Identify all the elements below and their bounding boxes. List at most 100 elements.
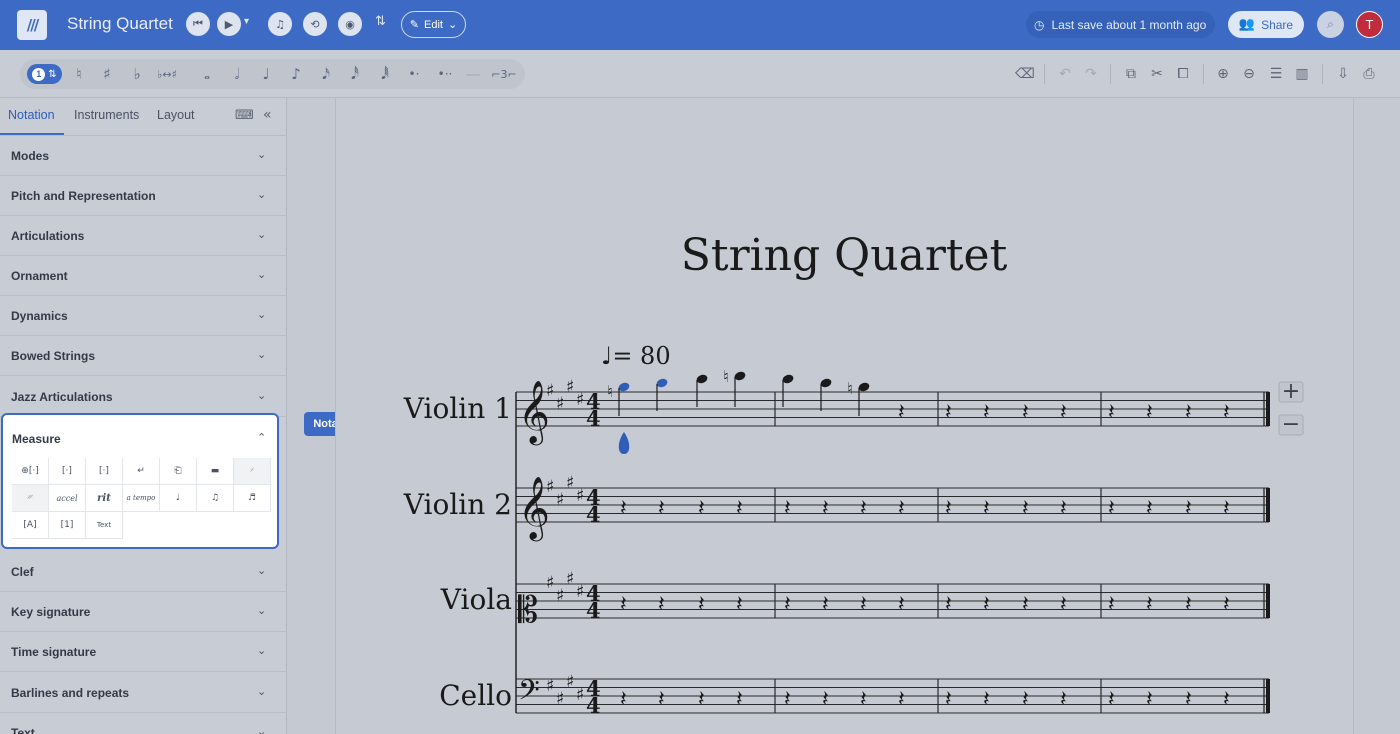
dot-icon[interactable]: •· [405, 64, 423, 84]
section-jazz-articulations[interactable]: Jazz Articulations ⌄ [0, 377, 287, 417]
a-tempo-button[interactable]: a tempo [123, 485, 160, 512]
quarter-rest: 𝄽 [658, 592, 665, 617]
instrument-name-viola[interactable]: Viola [440, 583, 512, 616]
score-title[interactable]: String Quartet [681, 230, 1008, 281]
edit-mode-button[interactable]: ✎ Edit ⌄ [401, 11, 466, 38]
rit-button[interactable]: rit [86, 485, 123, 512]
delete-icon[interactable]: ⌫ [1015, 64, 1035, 84]
insert-measure-after-icon[interactable]: [·] [86, 458, 123, 485]
multirest-icon[interactable]: ▬ [197, 458, 234, 485]
audio-icon[interactable]: ◉ [338, 12, 362, 36]
text-box-button[interactable]: Text [86, 512, 123, 539]
chevron-up-icon[interactable]: ⌃ [257, 431, 266, 444]
accel-button[interactable]: accel [49, 485, 86, 512]
thirty-second-note-icon[interactable]: 𝅘𝅥𝅰 [347, 64, 363, 84]
tie-icon[interactable]: — [465, 64, 481, 84]
quarter-rest: 𝄽 [784, 496, 791, 521]
half-note-icon[interactable]: 𝅗𝅥 [229, 64, 245, 84]
section-pitch[interactable]: Pitch and Representation ⌄ [0, 176, 287, 216]
section-modes[interactable]: Modes ⌄ [0, 136, 287, 176]
section-articulations[interactable]: Articulations ⌄ [0, 216, 287, 256]
instrument-name-cello[interactable]: Cello [439, 679, 512, 712]
loop-icon[interactable]: ⟲ [303, 12, 327, 36]
rewind-icon[interactable]: ⏮ [186, 12, 210, 36]
flat-icon[interactable]: ♭ [130, 64, 144, 84]
add-measure-button[interactable]: + [1278, 379, 1304, 404]
cut-icon[interactable]: ✂ [1148, 64, 1166, 84]
measure-number-icon[interactable]: [1] [49, 512, 86, 539]
line-break-icon[interactable]: ↵ [123, 458, 160, 485]
app-logo-icon[interactable]: /// [17, 10, 47, 40]
section-label: Articulations [11, 229, 85, 243]
chevron-down-icon: ⌄ [257, 348, 267, 361]
section-ornament[interactable]: Ornament ⌄ [0, 256, 287, 296]
section-clef[interactable]: Clef ⌄ [0, 552, 287, 592]
avatar[interactable]: T [1356, 11, 1383, 38]
section-text[interactable]: Text ⌄ [0, 713, 287, 734]
repeat-measure-icon[interactable]: 𝄎 [234, 458, 271, 485]
zoom-in-icon[interactable]: ⊕ [1214, 64, 1232, 84]
tuplet-icon[interactable]: ⌐3⌐ [491, 64, 516, 84]
share-button[interactable]: 👥 Share [1228, 11, 1304, 38]
piano-view-icon[interactable]: ▥ [1293, 64, 1311, 84]
collapse-sidebar-icon[interactable]: « [263, 107, 272, 123]
insert-measure-icon[interactable]: ⊕[·] [12, 458, 49, 485]
tab-notation[interactable]: Notation [8, 108, 55, 122]
score-canvas[interactable]: String Quartet ♩= 80 Violin 1 Violin 2 V… [336, 98, 1355, 734]
section-label[interactable]: Measure [12, 432, 61, 446]
quarter-rest: 𝄽 [698, 687, 705, 712]
play-icon[interactable]: ▶ [217, 12, 241, 36]
export-icon[interactable]: ⇩ [1334, 64, 1352, 84]
page-break-icon[interactable]: ⎗ [160, 458, 197, 485]
eighth-note-icon[interactable]: ♪ [288, 64, 304, 84]
instrument-name-violin-1[interactable]: Violin 1 [403, 392, 512, 425]
note-drag-handle[interactable] [618, 432, 630, 454]
remove-measure-button[interactable]: − [1278, 412, 1304, 437]
tab-instruments[interactable]: Instruments [74, 108, 139, 122]
sharp-icon[interactable]: ♯ [100, 64, 114, 84]
insert-measure-before-icon[interactable]: [·] [49, 458, 86, 485]
metronome-icon[interactable]: ♫ [268, 12, 292, 36]
swing-icon[interactable]: ♫ [197, 485, 234, 512]
tempo-marking[interactable]: ♩= 80 [601, 342, 671, 370]
section-label: Jazz Articulations [11, 390, 113, 404]
paste-icon[interactable]: ⧠ [1174, 64, 1192, 84]
voice-selector[interactable]: 1 ⇅ [27, 64, 62, 84]
quarter-rest: 𝄽 [898, 687, 905, 712]
section-key-signature[interactable]: Key signature ⌄ [0, 592, 287, 632]
bass-clef: 𝄢 [518, 674, 540, 714]
enharmonic-icon[interactable]: ♭↔♯ [153, 64, 181, 84]
double-repeat-measure-icon[interactable]: 𝄏 [12, 485, 49, 512]
natural-icon[interactable]: ♮ [72, 64, 86, 84]
double-dot-icon[interactable]: •·· [434, 64, 456, 84]
section-barlines[interactable]: Barlines and repeats ⌄ [0, 673, 287, 713]
play-options-chevron-icon[interactable]: ▾ [244, 16, 249, 27]
save-status[interactable]: ◷ Last save about 1 month ago [1026, 11, 1215, 38]
print-icon[interactable]: ⎙ [1360, 64, 1378, 84]
toolbar-divider [1110, 64, 1111, 84]
section-time-signature[interactable]: Time signature ⌄ [0, 632, 287, 672]
quarter-note-icon[interactable]: ♩ [258, 64, 274, 84]
mixer-icon[interactable]: ⇅ [375, 14, 386, 29]
sixty-fourth-note-icon[interactable]: 𝅘𝅥𝅱 [377, 64, 393, 84]
tempo-change-icon[interactable]: ♩ [160, 485, 197, 512]
instrument-name-violin-2[interactable]: Violin 2 [403, 488, 512, 521]
undo-icon[interactable]: ↶ [1056, 64, 1074, 84]
whole-note-icon[interactable]: 𝅝 [199, 64, 215, 84]
chevron-down-icon: ⌄ [257, 685, 267, 698]
copy-icon[interactable]: ⧉ [1122, 64, 1140, 84]
keyboard-icon[interactable]: ⌨ [235, 108, 254, 123]
tab-layout[interactable]: Layout [157, 108, 195, 122]
toolbar-divider [1203, 64, 1204, 84]
zoom-out-icon[interactable]: ⊖ [1240, 64, 1258, 84]
tempo-mark-icon[interactable]: ♬ [234, 485, 271, 512]
section-bowed-strings[interactable]: Bowed Strings ⌄ [0, 336, 287, 376]
quarter-rest: 𝄽 [983, 496, 990, 521]
rehearsal-mark-icon[interactable]: [A] [12, 512, 49, 539]
document-title[interactable]: String Quartet [67, 14, 173, 34]
sixteenth-note-icon[interactable]: 𝅘𝅥𝅯 [318, 64, 334, 84]
search-icon[interactable]: ⌕ [1317, 11, 1344, 38]
section-dynamics[interactable]: Dynamics ⌄ [0, 296, 287, 336]
page-view-icon[interactable]: ☰ [1267, 64, 1285, 84]
redo-icon[interactable]: ↷ [1082, 64, 1100, 84]
